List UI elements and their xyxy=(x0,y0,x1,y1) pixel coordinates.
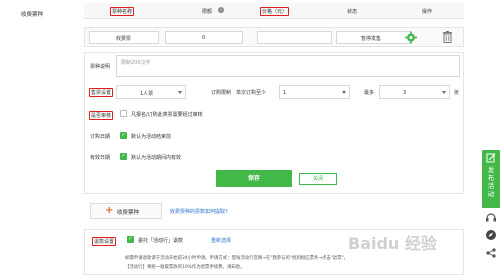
share-icon[interactable] xyxy=(485,247,497,259)
min-select[interactable]: 1 xyxy=(279,85,350,99)
headset-icon[interactable] xyxy=(485,211,497,223)
refund-checkbox[interactable]: ✓ xyxy=(127,236,134,243)
chevron-down-icon xyxy=(178,91,182,94)
min-label: 单次订购至少 xyxy=(236,90,267,96)
order-date-label: 订购日期 xyxy=(90,134,111,140)
ticket-name-input[interactable]: 收费票 xyxy=(89,31,159,44)
max-unit: 张 xyxy=(454,90,460,96)
header-status: 状态 xyxy=(347,9,358,15)
valid-date-checkbox[interactable]: ✓ xyxy=(120,153,127,160)
desc-input[interactable]: 限制200汉字 xyxy=(116,55,460,77)
info-icon[interactable]: i xyxy=(218,7,224,13)
header-limit: 限额 xyxy=(202,9,213,15)
max-label: 最多 xyxy=(364,90,375,96)
gear-icon[interactable] xyxy=(405,30,417,45)
header-action: 操作 xyxy=(422,9,433,15)
refund-label: 退款设置 xyxy=(92,237,117,246)
order-date-checkbox[interactable]: ✓ xyxy=(120,132,127,139)
ticket-quantity-input[interactable]: 0 xyxy=(165,31,243,44)
refund-note-line1: 如需申请退款请于活动开始前24小时申请。申请方式：登陆活动行官网→在"我参与的"… xyxy=(125,256,348,261)
section-label: 收费票种 xyxy=(21,12,44,18)
visible-label: 售票设置 xyxy=(89,88,114,97)
trash-icon[interactable] xyxy=(443,31,452,43)
refund-note-line2: 【活动行】将统一收取票款的10%作为退票手续费，请知悉。 xyxy=(125,265,245,270)
plus-icon: + xyxy=(105,205,114,216)
publish-label: 发布活动 xyxy=(487,166,495,198)
review-checkbox[interactable] xyxy=(120,110,127,117)
max-select[interactable]: 3 xyxy=(379,85,450,99)
publish-button[interactable]: 发布活动 xyxy=(482,150,500,208)
chevron-down-icon xyxy=(442,91,446,94)
compass-icon[interactable] xyxy=(485,229,497,241)
header-price: 价格（元） xyxy=(260,7,290,16)
how-to-withdraw-link[interactable]: 收费票种的票款如何提取? xyxy=(170,208,228,215)
ticket-price-input[interactable] xyxy=(257,31,332,44)
valid-date-text: 默认为活动期间内有效 xyxy=(131,155,182,161)
review-text: 凡报名/订购此类票需要经过审核 xyxy=(131,112,203,118)
close-button[interactable]: 关闭 xyxy=(299,173,337,185)
save-button[interactable]: 保存 xyxy=(216,170,292,187)
ticket-table-header: 票种名称 限额 i 价格（元） 状态 操作 xyxy=(84,3,464,19)
order-date-text: 默认为活动结束前 xyxy=(131,134,172,140)
refund-checkbox-text: 委托「活动行」退款 xyxy=(138,238,184,244)
valid-date-label: 有效日期 xyxy=(90,155,111,161)
edit-icon xyxy=(484,152,498,164)
chevron-down-icon xyxy=(342,91,346,94)
order-limit-label: 订购限制 xyxy=(211,90,232,96)
add-ticket-button[interactable]: + 收费票种 xyxy=(90,203,162,219)
reselect-link[interactable]: 重新选择 xyxy=(211,237,231,244)
ticket-row: 收费票 0 暂停发售 xyxy=(84,27,464,47)
review-label: 是否审核 xyxy=(89,111,114,120)
ticket-status-button[interactable]: 暂停发售 xyxy=(336,31,411,44)
visible-select[interactable]: 1人票 xyxy=(116,85,186,99)
watermark: Baidu 经验 xyxy=(348,234,437,253)
desc-label: 票种说明 xyxy=(90,64,111,70)
header-name: 票种名称 xyxy=(110,7,135,16)
